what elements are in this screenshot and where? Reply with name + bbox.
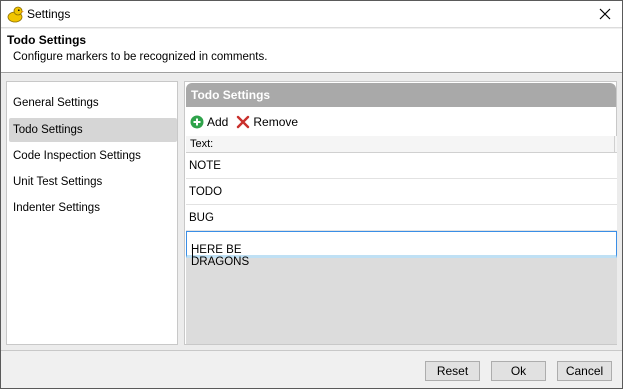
remove-label: Remove [253,115,299,129]
add-label: Add [207,115,229,129]
window-title: Settings [27,7,71,21]
cancel-button[interactable]: Cancel [557,361,612,381]
nav-item-code-inspection-settings[interactable]: Code Inspection Settings [9,144,177,168]
grid-column-header[interactable]: Text: [186,136,617,153]
nav-item-unit-test-settings[interactable]: Unit Test Settings [9,170,177,194]
title-bar[interactable]: Settings [1,1,622,28]
row-text: TODO [189,186,223,198]
close-button[interactable] [594,3,616,25]
page-description: Configure markers to be recognized in co… [13,51,268,63]
nav-item-todo-settings[interactable]: Todo Settings [9,118,177,142]
row-text: BUG [189,212,214,224]
page-header: Todo Settings Configure markers to be re… [1,29,622,73]
nav-item-general-settings[interactable]: General Settings [9,91,177,115]
settings-nav-list: General Settings Todo Settings Code Insp… [6,81,178,345]
todo-settings-panel: Todo Settings Add Remove Text: NOTE TODO… [184,81,617,345]
dialog-footer: Reset Ok Cancel [1,350,622,388]
table-row[interactable]: BUG [186,205,617,231]
ok-button[interactable]: Ok [491,361,546,381]
nav-item-indenter-settings[interactable]: Indenter Settings [9,196,177,220]
text-caret [192,244,193,257]
settings-body: General Settings Todo Settings Code Insp… [1,74,622,350]
page-title: Todo Settings [7,33,87,47]
row-edit-text: HERE BE DRAGONS [191,244,250,268]
row-text: NOTE [189,160,221,172]
add-button[interactable]: Add [190,115,228,129]
panel-header: Todo Settings [186,83,616,107]
todo-markers-grid: Text: NOTE TODO BUG HERE BE DRAGONS [186,136,617,344]
column-header-text: Text: [190,138,214,150]
column-divider [614,136,615,153]
table-row[interactable]: TODO [186,179,617,205]
close-icon [599,8,611,20]
add-icon [190,115,204,129]
panel-title: Todo Settings [191,88,271,102]
toolbar: Add Remove [190,112,306,132]
settings-window: Settings Todo Settings Configure markers… [0,0,623,389]
reset-button[interactable]: Reset [425,361,480,381]
table-row-editing[interactable]: HERE BE DRAGONS [186,231,617,268]
duck-icon [7,6,24,23]
remove-icon [237,115,250,129]
remove-button[interactable]: Remove [236,115,298,129]
table-row[interactable]: NOTE [186,153,617,179]
